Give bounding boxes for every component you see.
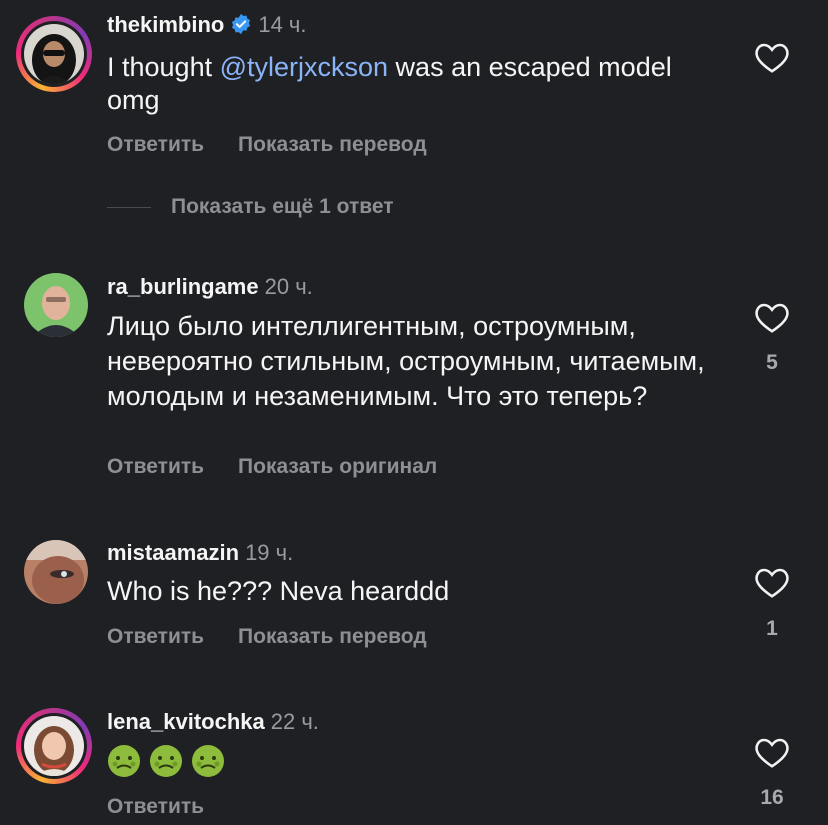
avatar[interactable] bbox=[24, 540, 88, 604]
divider-line bbox=[107, 206, 151, 208]
show-original-button[interactable]: Показать оригинал bbox=[238, 455, 437, 478]
mention-link[interactable]: @tylerjxckson bbox=[220, 52, 388, 82]
avatar[interactable] bbox=[24, 273, 88, 337]
reply-button[interactable]: Ответить bbox=[107, 455, 204, 478]
comment-text: Who is he??? Neva hearddd bbox=[107, 576, 450, 606]
like-count: 5 bbox=[766, 351, 778, 374]
nauseated-face-emoji-icon bbox=[191, 744, 225, 783]
reply-button[interactable]: Ответить bbox=[107, 795, 204, 818]
heart-icon[interactable] bbox=[752, 40, 792, 79]
comment-actions: Ответить Показать оригинал bbox=[107, 455, 437, 479]
comment-header: mistaamazin 19 ч. bbox=[107, 540, 293, 566]
comment-header: thekimbino 14 ч. bbox=[107, 12, 307, 41]
username[interactable]: ra_burlingame bbox=[107, 274, 259, 299]
heart-icon[interactable] bbox=[752, 300, 792, 339]
comment-header: lena_kvitochka 22 ч. bbox=[107, 709, 319, 735]
heart-icon[interactable] bbox=[752, 565, 792, 604]
timestamp: 20 ч. bbox=[264, 274, 313, 299]
heart-icon[interactable] bbox=[752, 735, 792, 774]
timestamp: 19 ч. bbox=[245, 540, 294, 565]
username[interactable]: thekimbino bbox=[107, 12, 224, 37]
username[interactable]: lena_kvitochka bbox=[107, 709, 265, 734]
timestamp: 14 ч. bbox=[258, 12, 307, 37]
username[interactable]: mistaamazin bbox=[107, 540, 239, 565]
comment-text: Лицо было интеллигентным, остроумным, не… bbox=[107, 311, 705, 411]
comment-header: ra_burlingame 20 ч. bbox=[107, 274, 313, 300]
like-count: 1 bbox=[766, 617, 778, 640]
show-translation-button[interactable]: Показать перевод bbox=[238, 133, 427, 156]
verified-badge-icon bbox=[230, 13, 252, 41]
show-translation-button[interactable]: Показать перевод bbox=[238, 625, 427, 648]
avatar[interactable] bbox=[16, 16, 92, 92]
comment-actions: Ответить Показать перевод bbox=[107, 133, 427, 157]
comment-emojis bbox=[107, 744, 225, 783]
timestamp: 22 ч. bbox=[270, 709, 319, 734]
like-count: 16 bbox=[760, 786, 784, 809]
comment-actions: Ответить bbox=[107, 795, 204, 819]
comment-actions: Ответить Показать перевод bbox=[107, 625, 427, 649]
reply-button[interactable]: Ответить bbox=[107, 625, 204, 648]
nauseated-face-emoji-icon bbox=[107, 744, 141, 783]
comment-text: I thought @tylerjxckson was an escaped m… bbox=[107, 52, 672, 115]
avatar[interactable] bbox=[16, 708, 92, 784]
show-more-replies[interactable]: Показать ещё 1 ответ bbox=[107, 195, 394, 219]
reply-button[interactable]: Ответить bbox=[107, 133, 204, 156]
nauseated-face-emoji-icon bbox=[149, 744, 183, 783]
